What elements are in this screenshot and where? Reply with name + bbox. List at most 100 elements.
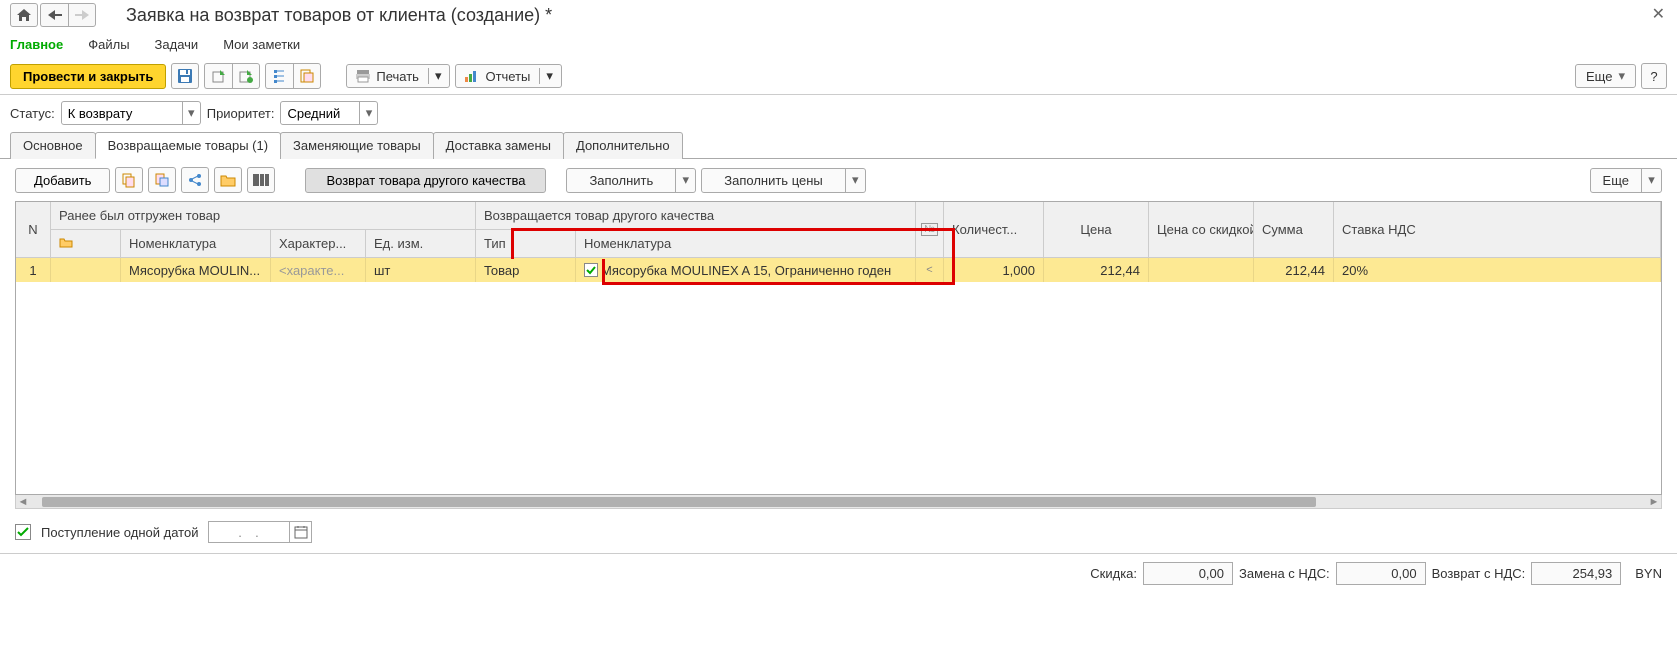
chevron-down-icon: ▾ [539, 68, 553, 84]
reports-button[interactable]: Отчеты ▾ [455, 64, 561, 88]
tab-additional[interactable]: Дополнительно [563, 132, 683, 159]
col-price-discount[interactable]: Цена со скидкой [1149, 202, 1254, 258]
discount-label: Скидка: [1090, 566, 1137, 581]
tab-delivery[interactable]: Доставка замены [433, 132, 564, 159]
help-button[interactable]: ? [1641, 63, 1667, 89]
fill-label: Заполнить [567, 169, 675, 192]
status-value[interactable] [62, 104, 182, 123]
col-characteristic[interactable]: Характер... [271, 230, 366, 258]
date-value[interactable] [209, 523, 289, 542]
tab-returned-goods[interactable]: Возвращаемые товары (1) [95, 132, 281, 159]
scroll-thumb[interactable] [42, 497, 1316, 507]
fill-prices-label: Заполнить цены [702, 169, 844, 192]
cell-characteristic[interactable]: <характе... [271, 258, 366, 282]
scroll-right-icon[interactable]: ► [1647, 496, 1661, 508]
forward-button[interactable] [68, 3, 96, 27]
unpost-button[interactable] [232, 63, 260, 89]
nav-tab-files[interactable]: Файлы [88, 37, 129, 52]
return-value: 254,93 [1531, 562, 1621, 585]
cell-sum[interactable]: 212,44 [1254, 258, 1334, 282]
col-sum[interactable]: Сумма [1254, 202, 1334, 258]
cell-price-discount[interactable] [1149, 258, 1254, 282]
add-button[interactable]: Добавить [15, 168, 110, 193]
col-n[interactable]: N [16, 202, 51, 258]
currency-label: BYN [1635, 566, 1662, 581]
save-button[interactable] [171, 63, 199, 89]
chevron-down-icon: ▾ [1618, 68, 1625, 84]
post-close-button[interactable]: Провести и закрыть [10, 64, 166, 89]
cell-quantity[interactable]: 1,000 [944, 258, 1044, 282]
nav-tab-notes[interactable]: Мои заметки [223, 37, 300, 52]
replace-label: Замена с НДС: [1239, 566, 1330, 581]
back-button[interactable] [40, 3, 68, 27]
col-group-shipped: Ранее был отгружен товар [51, 202, 476, 230]
cell-price[interactable]: 212,44 [1044, 258, 1149, 282]
fill-button[interactable]: Заполнить ▾ [566, 168, 696, 193]
horizontal-scrollbar[interactable]: ◄ ► [15, 495, 1662, 509]
priority-value[interactable] [281, 104, 359, 123]
col-quantity[interactable]: Количест... [944, 202, 1044, 258]
chevron-down-icon[interactable]: ▾ [359, 102, 377, 124]
col-type[interactable]: Тип [476, 230, 576, 258]
more-button-inner[interactable]: Еще ▾ [1590, 168, 1662, 193]
chevron-down-icon: ▾ [845, 169, 865, 192]
goods-table: N Ранее был отгружен товар Номенклатура … [15, 201, 1662, 495]
post-button[interactable] [204, 63, 232, 89]
cell-unit[interactable]: шт [366, 258, 476, 282]
return-other-quality-button[interactable]: Возврат товара другого качества [305, 168, 546, 193]
cell-flag: < [916, 258, 944, 282]
nav-tab-main[interactable]: Главное [10, 37, 63, 52]
print-button[interactable]: Печать ▾ [346, 64, 450, 88]
chevron-down-icon: ▾ [675, 169, 695, 192]
col-unit[interactable]: Ед. изм. [366, 230, 476, 258]
print-label: Печать [376, 69, 419, 84]
cell-nomenclature[interactable]: Мясорубка MOULIN... [121, 258, 271, 282]
close-icon[interactable]: ✕ [1652, 4, 1665, 24]
share-button[interactable] [181, 167, 209, 193]
date-input[interactable] [208, 521, 312, 543]
more-button[interactable]: Еще ▾ [1575, 64, 1636, 88]
cell-n: 1 [16, 258, 51, 282]
cell-icon [51, 258, 121, 282]
create-based-button[interactable] [293, 63, 321, 89]
calendar-icon[interactable] [289, 522, 311, 542]
barcode-button[interactable] [247, 167, 275, 193]
paste-button[interactable] [148, 167, 176, 193]
chevron-down-icon: ▾ [428, 68, 442, 84]
copy-button[interactable] [115, 167, 143, 193]
fill-prices-button[interactable]: Заполнить цены ▾ [701, 168, 865, 193]
page-title: Заявка на возврат товаров от клиента (со… [126, 5, 552, 26]
cell-nomenclature2[interactable]: Мясорубка MOULINEX A 15, Ограниченно год… [576, 258, 916, 282]
col-nomenclature[interactable]: Номенклатура [121, 230, 271, 258]
folder-button[interactable] [214, 167, 242, 193]
replace-value: 0,00 [1336, 562, 1426, 585]
chevron-down-icon[interactable]: ▾ [182, 102, 200, 124]
cell-vat[interactable]: 20% [1334, 258, 1661, 282]
scroll-left-icon[interactable]: ◄ [16, 496, 30, 508]
more-label: Еще [1586, 69, 1612, 84]
check-icon [584, 263, 598, 277]
status-label: Статус: [10, 106, 55, 121]
single-date-label: Поступление одной датой [41, 525, 198, 540]
cell-type[interactable]: Товар [476, 258, 576, 282]
priority-label: Приоритет: [207, 106, 275, 121]
col-icon[interactable] [51, 230, 121, 258]
col-flag[interactable]: № [916, 202, 944, 258]
col-nomenclature2[interactable]: Номенклатура [576, 230, 916, 258]
home-button[interactable] [10, 3, 38, 27]
col-vat[interactable]: Ставка НДС [1334, 202, 1661, 258]
table-row[interactable]: 1 Мясорубка MOULIN... <характе... шт Тов… [16, 258, 1661, 282]
more-label-inner: Еще [1591, 169, 1641, 192]
structure-button[interactable] [265, 63, 293, 89]
chevron-down-icon: ▾ [1641, 169, 1661, 192]
tab-replacing-goods[interactable]: Заменяющие товары [280, 132, 434, 159]
discount-value: 0,00 [1143, 562, 1233, 585]
col-group-returned: Возвращается товар другого качества [476, 202, 916, 230]
col-price[interactable]: Цена [1044, 202, 1149, 258]
status-combo[interactable]: ▾ [61, 101, 201, 125]
nav-tab-tasks[interactable]: Задачи [155, 37, 199, 52]
cell-nomenclature2-text: Мясорубка MOULINEX A 15, Ограниченно год… [601, 263, 891, 278]
tab-basic[interactable]: Основное [10, 132, 96, 159]
priority-combo[interactable]: ▾ [280, 101, 378, 125]
single-date-checkbox[interactable] [15, 524, 31, 540]
